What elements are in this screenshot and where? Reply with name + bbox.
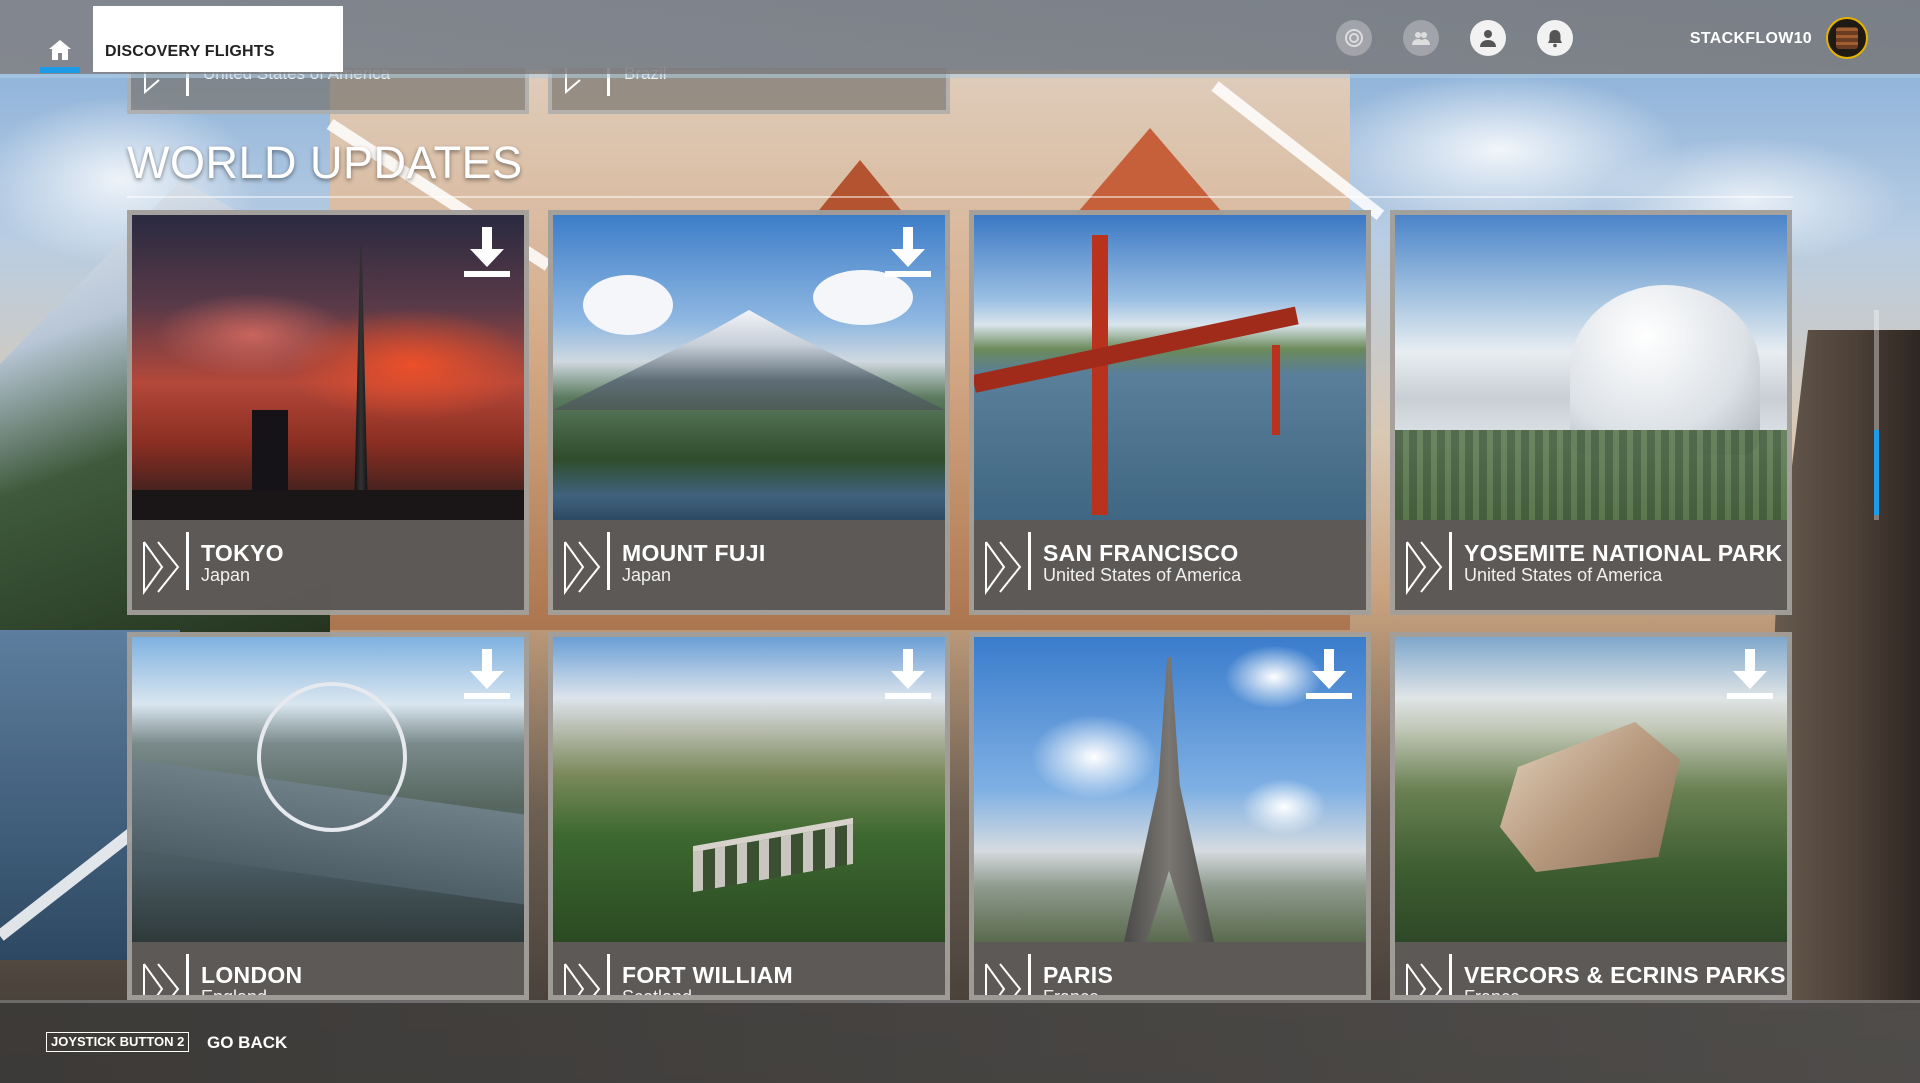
profile-icon bbox=[1480, 30, 1496, 47]
cloud bbox=[583, 275, 673, 335]
card-country: Scotland bbox=[622, 987, 693, 1000]
card-caption: YOSEMITE NATIONAL PARK United States of … bbox=[1395, 520, 1787, 610]
card-caption: FORT WILLIAM Scotland bbox=[553, 942, 945, 1000]
section-title: WORLD UPDATES bbox=[127, 137, 523, 188]
chevron-right-icon bbox=[1406, 963, 1443, 995]
chevron-right-icon bbox=[564, 963, 601, 995]
top-bar-edge bbox=[0, 74, 1920, 78]
avatar-emblem bbox=[1836, 27, 1858, 49]
forest bbox=[1395, 430, 1787, 520]
rewards-icon bbox=[1345, 29, 1363, 47]
friends-button[interactable] bbox=[1403, 20, 1439, 56]
chevron-right-icon bbox=[564, 541, 601, 596]
home-tab-indicator bbox=[40, 67, 80, 73]
download-icon[interactable] bbox=[1727, 649, 1773, 703]
download-icon[interactable] bbox=[464, 227, 510, 281]
card-separator bbox=[1449, 532, 1452, 590]
card-country: United States of America bbox=[1464, 565, 1663, 585]
friends-icon bbox=[1412, 32, 1430, 45]
download-icon[interactable] bbox=[885, 649, 931, 703]
eiffel-tower bbox=[1124, 657, 1214, 942]
card-separator bbox=[607, 532, 610, 590]
mesa-rock bbox=[1500, 722, 1680, 872]
card-title: YOSEMITE NATIONAL PARK bbox=[1464, 540, 1783, 566]
chevron-right-icon bbox=[143, 541, 180, 596]
card-separator bbox=[1028, 532, 1031, 590]
card-caption: PARIS France bbox=[974, 942, 1366, 1000]
scrollbar-thumb[interactable] bbox=[1874, 430, 1879, 515]
card-separator bbox=[186, 954, 189, 995]
card-separator bbox=[1028, 954, 1031, 995]
bridge-tower bbox=[1092, 235, 1108, 515]
download-icon[interactable] bbox=[464, 649, 510, 703]
card-caption: VERCORS & ECRINS PARKS France bbox=[1395, 942, 1787, 1000]
tab-label: DISCOVERY FLIGHTS bbox=[105, 43, 275, 60]
card-title: SAN FRANCISCO bbox=[1043, 540, 1239, 566]
london-eye bbox=[257, 682, 407, 832]
viaduct bbox=[693, 817, 853, 893]
card-title: TOKYO bbox=[201, 540, 284, 566]
flight-card-paris[interactable]: PARIS France bbox=[969, 632, 1371, 1000]
flight-card-san-francisco[interactable]: SAN FRANCISCO United States of America bbox=[969, 210, 1371, 615]
card-title: PARIS bbox=[1043, 962, 1114, 988]
card-country: Japan bbox=[201, 565, 251, 585]
bridge-tower bbox=[1272, 345, 1280, 435]
section-divider bbox=[127, 196, 1793, 198]
card-separator bbox=[607, 954, 610, 995]
chevron-right-icon bbox=[1406, 541, 1443, 596]
bridge-deck bbox=[974, 306, 1299, 393]
card-caption: TOKYO Japan bbox=[132, 520, 524, 610]
card-title: MOUNT FUJI bbox=[622, 540, 766, 566]
download-icon[interactable] bbox=[1306, 649, 1352, 703]
notifications-icon bbox=[1548, 30, 1562, 48]
tab-discovery-flights[interactable]: DISCOVERY FLIGHTS bbox=[93, 6, 343, 72]
rewards-button[interactable] bbox=[1336, 20, 1372, 56]
card-country: England bbox=[201, 987, 268, 1000]
flight-card-yosemite[interactable]: YOSEMITE NATIONAL PARK United States of … bbox=[1390, 210, 1792, 615]
city-skyline bbox=[132, 490, 524, 520]
go-back-button[interactable]: GO BACK bbox=[207, 1033, 287, 1053]
download-icon[interactable] bbox=[885, 227, 931, 281]
home-button[interactable] bbox=[40, 22, 80, 72]
flight-card-london[interactable]: LONDON England bbox=[127, 632, 529, 1000]
card-country: Japan bbox=[622, 565, 672, 585]
profile-button[interactable] bbox=[1470, 20, 1506, 56]
chevron-right-icon bbox=[985, 963, 1022, 995]
key-prompt: JOYSTICK BUTTON 2 bbox=[46, 1032, 190, 1052]
card-caption: MOUNT FUJI Japan bbox=[553, 520, 945, 610]
bottom-action-bar: JOYSTICK BUTTON 2 GO BACK bbox=[0, 1000, 1920, 1083]
card-country: United States of America bbox=[1043, 565, 1242, 585]
card-separator bbox=[1449, 954, 1452, 995]
flight-card-vercors[interactable]: VERCORS & ECRINS PARKS France bbox=[1390, 632, 1792, 1000]
flight-card-fort-william[interactable]: FORT WILLIAM Scotland bbox=[548, 632, 950, 1000]
chevron-right-icon bbox=[143, 963, 180, 995]
home-icon bbox=[49, 40, 71, 60]
card-image bbox=[974, 215, 1366, 520]
avatar[interactable] bbox=[1826, 17, 1868, 59]
card-caption: SAN FRANCISCO United States of America bbox=[974, 520, 1366, 610]
skytree-tower bbox=[354, 245, 368, 515]
flight-card-mount-fuji[interactable]: MOUNT FUJI Japan bbox=[548, 210, 950, 615]
card-image bbox=[1395, 215, 1787, 520]
flight-card-tokyo[interactable]: TOKYO Japan bbox=[127, 210, 529, 615]
chevron-right-icon bbox=[985, 541, 1022, 596]
notifications-button[interactable] bbox=[1537, 20, 1573, 56]
card-country: France bbox=[1043, 987, 1100, 1000]
username[interactable]: STACKFLOW10 bbox=[1690, 30, 1812, 48]
card-country: France bbox=[1464, 987, 1521, 1000]
card-title: VERCORS & ECRINS PARKS bbox=[1464, 962, 1786, 988]
card-separator bbox=[186, 532, 189, 590]
card-title: LONDON bbox=[201, 962, 303, 988]
card-title: FORT WILLIAM bbox=[622, 962, 793, 988]
card-caption: LONDON England bbox=[132, 942, 524, 1000]
